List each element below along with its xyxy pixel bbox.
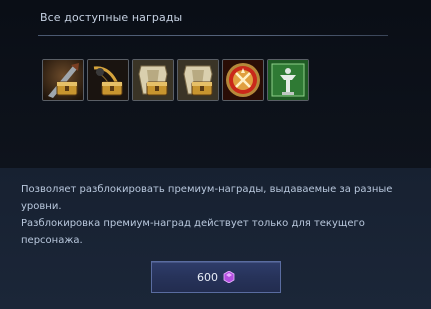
reward-slot[interactable]: [87, 59, 129, 101]
reward-slot[interactable]: [267, 59, 309, 101]
price-value: 600: [197, 270, 218, 284]
reward-slot[interactable]: [222, 59, 264, 101]
divider: [38, 35, 388, 36]
rewards-title: Все доступные награды: [40, 11, 183, 24]
green-statue-icon: [268, 60, 308, 100]
description-line: Позволяет разблокировать премиум-награды…: [21, 184, 393, 212]
purple-gem-icon: [223, 271, 235, 283]
bow-chest-icon: [88, 60, 128, 100]
reward-slot[interactable]: [132, 59, 174, 101]
reward-list: [42, 59, 309, 101]
armor-chest-icon: [178, 60, 218, 100]
description-line: Разблокировка премиум-наград действует т…: [21, 218, 365, 246]
crossed-swords-emblem-icon: [223, 60, 263, 100]
reward-slot[interactable]: [177, 59, 219, 101]
reward-slot[interactable]: [42, 59, 84, 101]
description: Позволяет разблокировать премиум-награды…: [21, 181, 401, 249]
weapon-chest-icon: [43, 60, 83, 100]
armor-chest-icon: [133, 60, 173, 100]
purchase-button[interactable]: 600: [151, 261, 281, 293]
reward-panel: Все доступные награды Позволяет разблоки…: [0, 0, 431, 309]
